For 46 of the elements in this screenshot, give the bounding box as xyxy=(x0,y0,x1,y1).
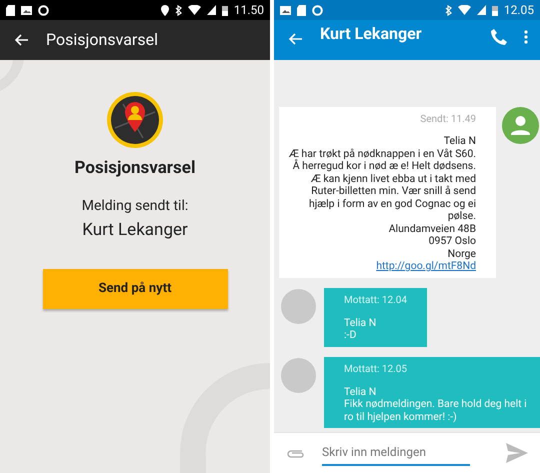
battery-icon xyxy=(222,4,228,16)
clock-time: 11.50 xyxy=(234,4,264,16)
sent-to-label: Melding sendt til: xyxy=(82,196,188,216)
circle-icon xyxy=(38,4,49,16)
message-time: Mottatt: 12.04 xyxy=(344,294,407,308)
more-vertical-icon xyxy=(524,30,528,44)
back-arrow-icon xyxy=(288,32,304,46)
signal-icon xyxy=(206,5,216,15)
heading: Posisjonsvarsel xyxy=(74,157,196,180)
circle-icon xyxy=(312,4,323,16)
attach-button[interactable] xyxy=(286,448,304,458)
image-icon xyxy=(280,6,291,14)
person-avatar-icon xyxy=(502,107,539,144)
send-icon xyxy=(506,443,528,463)
message-text: Telia N :-D xyxy=(344,316,376,342)
avatar-photo-placeholder xyxy=(281,288,316,324)
clock-time: 12.05 xyxy=(504,4,534,16)
back-button[interactable] xyxy=(14,33,30,47)
message-input-field[interactable]: Skriv inn meldingen xyxy=(322,440,470,466)
location-pin-icon xyxy=(160,4,169,16)
map-pin-person-logo-icon xyxy=(105,90,165,150)
image-icon xyxy=(21,6,32,14)
wifi-icon xyxy=(188,5,201,15)
app-bar-title: Posisjonsvarsel xyxy=(46,29,158,51)
call-button[interactable] xyxy=(490,28,508,46)
phone-icon xyxy=(490,28,508,46)
bluetooth-icon xyxy=(174,4,182,16)
back-arrow-icon xyxy=(14,33,30,47)
sd-card-icon xyxy=(297,4,306,16)
wifi-icon xyxy=(458,5,471,15)
more-options-button[interactable] xyxy=(524,30,528,44)
message-text: Telia N Æ har trøkt på nødknappen i en Våt S60. Å herregud kor i nød æ e! Helt dødsens. Æ kan kjenn livet ebba ut i takt med Ruter-billetten min. Vær snill å send hjælp i form av en god Cognac og ei pølse. Alundamveien 48B 0957 Oslo Norge xyxy=(289,135,476,260)
message-composer-bar[interactable]: Skriv inn meldingen xyxy=(274,432,540,473)
avatar-photo-placeholder xyxy=(281,358,316,392)
message-time: Mottatt: 12.05 xyxy=(344,362,407,376)
recipient-name: Kurt Lekanger xyxy=(82,218,188,242)
resend-button[interactable]: Send på nytt xyxy=(42,269,228,309)
app-bar-title: Kurt Lekanger xyxy=(320,23,423,45)
sd-card-icon xyxy=(6,4,15,16)
signal-icon xyxy=(476,5,486,15)
paperclip-icon xyxy=(286,448,304,458)
message-link[interactable]: http://goo.gl/mtF8Nd xyxy=(376,260,476,272)
message-text: Telia N Fikk nødmeldingen. Bare hold deg helt i ro til hjelpen kommer! :-) xyxy=(344,386,527,423)
battery-icon xyxy=(492,4,498,16)
message-time: Sendt: 11.49 xyxy=(420,113,476,127)
bluetooth-icon xyxy=(444,4,452,16)
